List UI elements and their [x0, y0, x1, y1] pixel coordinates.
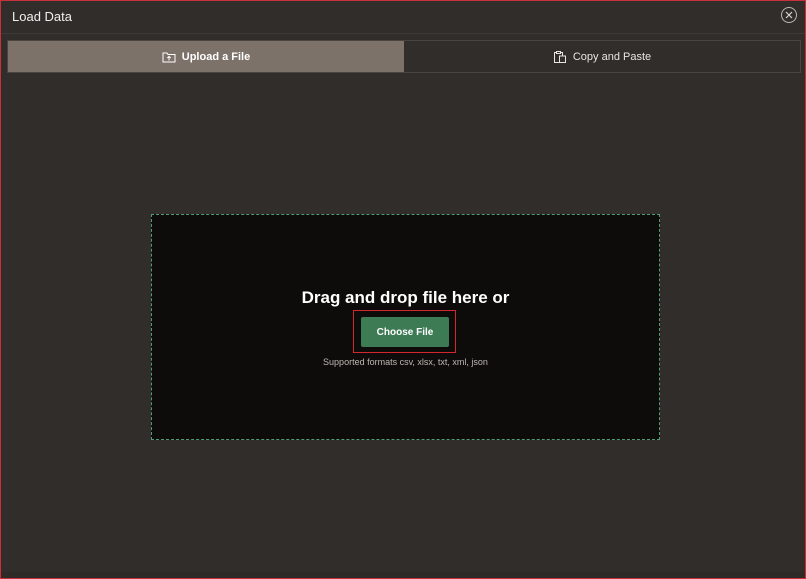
- clipboard-icon: [553, 50, 566, 63]
- dialog-footer: [1, 572, 805, 578]
- supported-formats-text: Supported formats csv, xlsx, txt, xml, j…: [323, 357, 488, 367]
- close-button[interactable]: [781, 7, 797, 23]
- drop-heading: Drag and drop file here or: [301, 288, 510, 307]
- load-data-dialog: Load Data Upload a File Copy and Paste D…: [0, 0, 806, 579]
- tab-upload-file-label: Upload a File: [181, 50, 251, 63]
- tab-upload-file[interactable]: Upload a File: [8, 41, 404, 72]
- file-drop-zone[interactable]: Drag and drop file here or Choose File S…: [151, 214, 660, 440]
- tab-bar: Upload a File Copy and Paste: [7, 40, 801, 73]
- tab-copy-paste[interactable]: Copy and Paste: [404, 41, 800, 72]
- tab-copy-paste-label: Copy and Paste: [572, 50, 652, 63]
- dialog-title: Load Data: [12, 9, 72, 24]
- close-icon: [785, 11, 793, 19]
- dialog-titlebar: Load Data: [1, 1, 805, 34]
- choose-file-button[interactable]: Choose File: [361, 317, 449, 347]
- upload-file-icon: [162, 52, 176, 62]
